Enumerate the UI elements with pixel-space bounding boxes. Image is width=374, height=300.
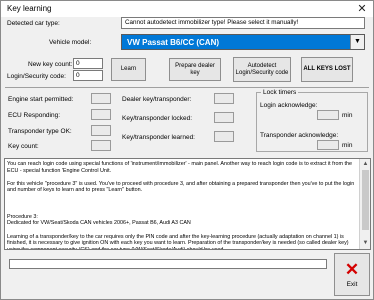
transponder-locked-indicator bbox=[214, 112, 234, 123]
engine-start-label: Engine start permitted: bbox=[8, 96, 74, 103]
transponder-ack-label: Transponder acknowledge: bbox=[260, 132, 339, 139]
info-text-area[interactable]: You can reach login code using special f… bbox=[4, 158, 371, 250]
ecu-responding-label: ECU Responding: bbox=[8, 112, 61, 119]
info-paragraph bbox=[7, 201, 357, 208]
learn-button[interactable]: Learn bbox=[111, 58, 146, 81]
title-bar: Key learning ✕ bbox=[1, 1, 373, 17]
scroll-thumb[interactable] bbox=[362, 170, 369, 230]
info-paragraph: For this vehicle "procedure 3" is used. … bbox=[7, 180, 355, 194]
chevron-down-icon[interactable]: ▼ bbox=[350, 35, 364, 49]
detected-car-field: Cannot autodetect immobilizer type! Plea… bbox=[121, 17, 365, 29]
vehicle-model-label: Vehicle model: bbox=[49, 39, 92, 46]
new-key-count-input[interactable]: 0 bbox=[73, 58, 103, 69]
transponder-ack-unit: min bbox=[342, 142, 353, 149]
exit-icon: ✕ bbox=[344, 260, 360, 279]
scroll-up-icon[interactable]: ▲ bbox=[361, 160, 370, 169]
login-code-label: Login/Security code: bbox=[7, 73, 66, 80]
window-title: Key learning bbox=[7, 4, 52, 13]
transponder-learned-indicator bbox=[214, 131, 234, 142]
autodetect-login-button[interactable]: Autodetect Login/Security code bbox=[233, 57, 291, 82]
transponder-ack-timer bbox=[317, 140, 339, 150]
detected-car-label: Detected car type: bbox=[7, 20, 60, 27]
info-text: You can reach login code using special f… bbox=[7, 161, 357, 250]
transponder-learned-label: Key/transponder learned: bbox=[122, 134, 195, 141]
transponder-ok-indicator bbox=[91, 125, 111, 136]
exit-label: Exit bbox=[346, 281, 358, 288]
login-ack-label: Login acknowledge: bbox=[260, 102, 318, 109]
info-paragraph: You can reach login code using special f… bbox=[7, 161, 352, 174]
vehicle-model-value: VW Passat B6/CC (CAN) bbox=[127, 38, 220, 47]
lock-timers-legend: Lock timers bbox=[261, 89, 299, 96]
ecu-responding-indicator bbox=[91, 109, 111, 120]
key-learning-window: Key learning ✕ Detected car type: Cannot… bbox=[0, 0, 374, 300]
close-icon[interactable]: ✕ bbox=[353, 2, 371, 16]
info-paragraph: Learning of a transponder/key to the car… bbox=[7, 233, 349, 250]
vehicle-model-select[interactable]: VW Passat B6/CC (CAN) ▼ bbox=[121, 34, 365, 50]
login-code-input[interactable]: 0 bbox=[73, 70, 103, 81]
scroll-down-icon[interactable]: ▼ bbox=[361, 239, 370, 248]
progress-bar bbox=[9, 259, 327, 269]
login-ack-unit: min bbox=[342, 112, 353, 119]
all-keys-lost-button[interactable]: ALL KEYS LOST bbox=[301, 57, 353, 82]
engine-start-indicator bbox=[91, 93, 111, 104]
exit-button[interactable]: ✕ Exit bbox=[334, 253, 370, 296]
prepare-dealer-key-button[interactable]: Prepare dealer key bbox=[169, 58, 221, 81]
dealer-key-label: Dealer key/transponder: bbox=[122, 96, 192, 103]
divider bbox=[5, 87, 369, 88]
key-count-indicator bbox=[91, 140, 111, 151]
info-paragraph: Procedure 3: Dedicated for VW/Seat/Skoda… bbox=[7, 213, 191, 227]
vertical-scrollbar[interactable]: ▲ ▼ bbox=[359, 159, 370, 249]
key-count-label: Key count: bbox=[8, 143, 39, 150]
login-ack-timer bbox=[317, 110, 339, 120]
dealer-key-indicator bbox=[214, 93, 234, 104]
new-key-count-label: New key count: bbox=[28, 61, 73, 68]
transponder-locked-label: Key/transponder locked: bbox=[122, 115, 193, 122]
transponder-ok-label: Transponder type OK: bbox=[8, 128, 72, 135]
